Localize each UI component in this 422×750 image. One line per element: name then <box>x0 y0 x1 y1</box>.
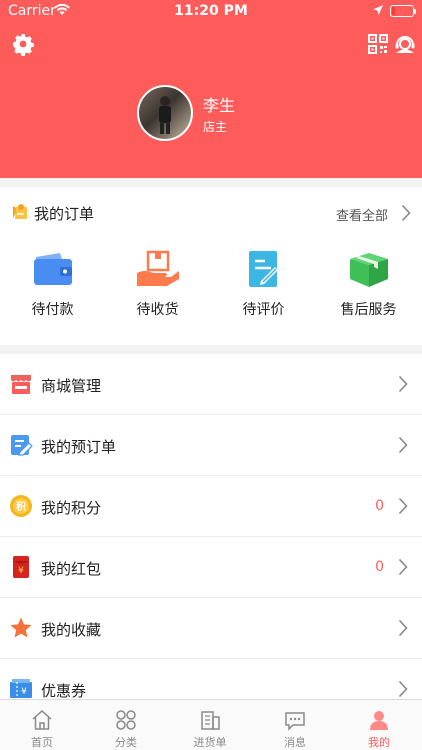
profile-header: Carrier 11:20 PM 李生 店主 <box>0 0 422 178</box>
chevron-right-icon <box>398 619 408 637</box>
status-time: 11:20 PM <box>174 3 248 19</box>
receive-icon <box>136 250 179 286</box>
menu-item-red-packets[interactable]: ¥ 我的红包 0 <box>0 537 422 598</box>
order-after-sales[interactable]: 售后服务 <box>316 249 421 329</box>
menu-item-favorites[interactable]: 我的收藏 <box>0 598 422 659</box>
tab-messages[interactable]: 消息 <box>253 700 337 750</box>
coupon-icon: ¥ <box>10 679 32 698</box>
status-bar: Carrier 11:20 PM <box>0 0 422 22</box>
star-icon <box>10 617 32 638</box>
message-icon <box>285 712 305 731</box>
svg-text:¥: ¥ <box>18 566 24 576</box>
tab-label: 首页 <box>31 736 53 749</box>
profile-icon <box>370 711 388 730</box>
orders-header[interactable]: 我的订单 查看全部 <box>0 187 422 239</box>
avatar[interactable] <box>137 85 193 141</box>
category-icon <box>116 710 136 730</box>
tab-home[interactable]: 首页 <box>0 700 84 750</box>
menu-item-label: 我的预订单 <box>41 438 117 456</box>
svg-text:¥: ¥ <box>21 687 27 697</box>
menu-item-label: 商城管理 <box>41 377 102 395</box>
menu-item-label: 优惠券 <box>41 682 87 700</box>
qr-code-icon[interactable] <box>366 32 390 56</box>
gear-icon[interactable] <box>11 32 35 56</box>
chevron-right-icon <box>398 375 408 393</box>
user-role: 店主 <box>203 120 228 134</box>
preorder-icon <box>11 435 33 456</box>
orders-title: 我的订单 <box>34 205 95 223</box>
tab-label: 消息 <box>284 736 306 749</box>
red-packet-value: 0 <box>375 559 384 575</box>
menu-item-label: 我的收藏 <box>41 621 102 639</box>
chevron-right-icon <box>401 204 411 222</box>
battery-icon <box>390 5 416 17</box>
chevron-right-icon <box>398 680 408 698</box>
customer-service-icon[interactable] <box>393 32 417 56</box>
menu-item-label: 我的红包 <box>41 560 102 578</box>
tab-purchase-list[interactable]: 进货单 <box>168 700 252 750</box>
menu-item-preorders[interactable]: 我的预订单 <box>0 415 422 476</box>
wallet-icon <box>33 253 72 285</box>
tab-label: 我的 <box>368 736 390 749</box>
tab-label: 分类 <box>115 736 137 749</box>
red-packet-icon: ¥ <box>13 556 29 578</box>
chevron-right-icon <box>398 497 408 515</box>
tab-label: 进货单 <box>193 736 227 749</box>
order-pending-payment[interactable]: 待付款 <box>0 249 105 329</box>
purchase-list-icon <box>201 711 220 730</box>
chevron-right-icon <box>398 436 408 454</box>
menu-item-points[interactable]: 积 我的积分 0 <box>0 476 422 537</box>
view-all-orders-link[interactable]: 查看全部 <box>336 205 388 224</box>
svg-text:积: 积 <box>16 500 26 513</box>
store-icon <box>11 375 31 394</box>
review-icon <box>248 251 278 287</box>
tab-profile[interactable]: 我的 <box>337 700 421 750</box>
menu-item-store-management[interactable]: 商城管理 <box>0 354 422 415</box>
order-item-label: 待收货 <box>136 302 179 318</box>
tab-category[interactable]: 分类 <box>84 700 168 750</box>
location-arrow-icon <box>373 5 383 15</box>
order-item-label: 待评价 <box>242 302 285 318</box>
home-icon <box>32 709 52 730</box>
order-pending-review[interactable]: 待评价 <box>211 249 316 329</box>
order-item-label: 售后服务 <box>340 302 397 318</box>
package-icon <box>349 253 388 287</box>
order-item-label: 待付款 <box>31 302 74 318</box>
tab-bar: 首页 分类 进货单 消息 我的 <box>0 699 422 750</box>
orders-icon <box>13 204 27 219</box>
menu-item-label: 我的积分 <box>41 499 102 517</box>
chevron-right-icon <box>398 558 408 576</box>
orders-card: 我的订单 查看全部 待付款 待收货 待评价 售后服务 <box>0 187 422 345</box>
menu-list: 商城管理 我的预订单 积 我的积分 0 ¥ 我的红包 0 我的收藏 ¥ 优惠券 <box>0 354 422 720</box>
avatar-photo <box>159 96 171 134</box>
points-icon: 积 <box>10 495 32 517</box>
user-name: 李生 <box>203 96 236 115</box>
points-value: 0 <box>375 498 384 514</box>
order-pending-receipt[interactable]: 待收货 <box>105 249 210 329</box>
